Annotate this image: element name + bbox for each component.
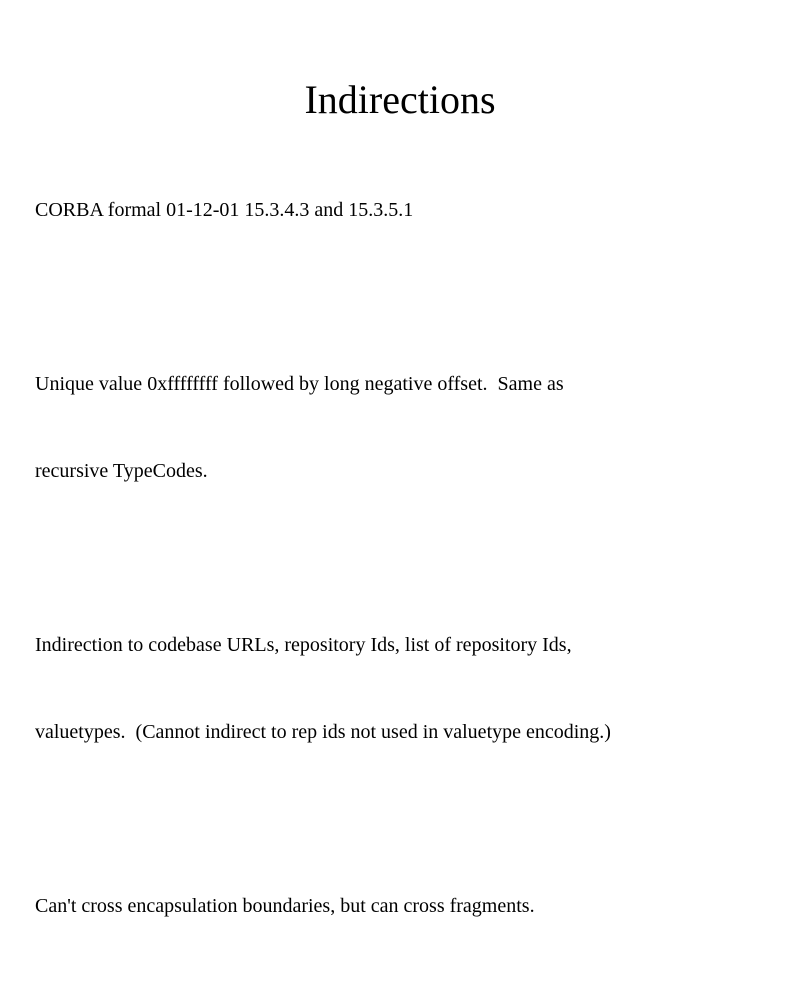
slide-title: Indirections (304, 77, 496, 122)
paragraph-line: recursive TypeCodes. (35, 460, 208, 482)
paragraph-line: valuetypes. (Cannot indirect to rep ids … (35, 721, 611, 743)
paragraph-line: Indirection to codebase URLs, repository… (35, 634, 572, 656)
paragraph-line: Can't cross encapsulation boundaries, bu… (35, 895, 535, 917)
slide: Indirections CORBA formal 01-12-01 15.3.… (0, 0, 800, 917)
paragraph-line: CORBA formal 01-12-01 15.3.4.3 and 15.3.… (35, 199, 414, 221)
paragraph-boundaries: Can't cross encapsulation boundaries, bu… (35, 834, 775, 979)
slide-body: CORBA formal 01-12-01 15.3.4.3 and 15.3.… (35, 138, 775, 1008)
paragraph-unique-value: Unique value 0xffffffff followed by long… (35, 312, 775, 544)
paragraph-corba-reference: CORBA formal 01-12-01 15.3.4.3 and 15.3.… (35, 138, 775, 283)
paragraph-line: Unique value 0xffffffff followed by long… (35, 373, 564, 395)
paragraph-indirection-targets: Indirection to codebase URLs, repository… (35, 573, 775, 805)
